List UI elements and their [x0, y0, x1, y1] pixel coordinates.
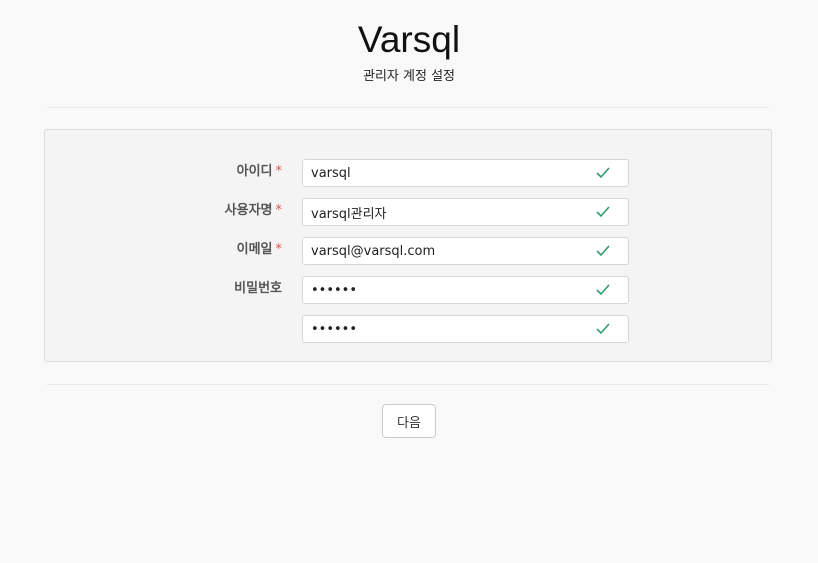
username-input[interactable] — [311, 199, 581, 225]
form-row-id: 아이디 * — [45, 159, 773, 187]
required-mark: * — [275, 203, 283, 218]
setup-page: Varsql 관리자 계정 설정 아이디* 사용자명* 이메일* — [0, 0, 818, 563]
id-input[interactable] — [311, 160, 581, 186]
password-confirm-input[interactable] — [311, 316, 581, 342]
email-label: 이메일 * — [236, 242, 283, 257]
form-row-username: 사용자명 * — [45, 198, 773, 226]
id-label: 아이디 * — [236, 164, 283, 179]
username-label: 사용자명 * — [224, 203, 283, 218]
required-mark: * — [275, 242, 283, 257]
check-icon — [596, 167, 610, 179]
bottom-divider — [47, 384, 769, 385]
top-divider — [47, 107, 769, 108]
check-icon — [596, 323, 610, 335]
check-icon — [596, 284, 610, 296]
page-subtitle: 관리자 계정 설정 — [363, 69, 455, 84]
form-row-password-confirm — [45, 315, 773, 343]
password-label: 비밀번호 — [234, 281, 282, 296]
page-title: Varsql — [357, 19, 461, 60]
form-row-email: 이메일 * — [45, 237, 773, 265]
check-icon — [596, 206, 610, 218]
admin-account-form: 아이디* 사용자명* 이메일* 비밀번호 — [44, 129, 772, 362]
password-input[interactable] — [311, 277, 581, 303]
email-field-box[interactable] — [302, 237, 629, 265]
check-icon — [596, 245, 610, 257]
required-mark: * — [275, 164, 283, 179]
next-button[interactable]: 다음 — [382, 404, 436, 438]
id-field-box[interactable] — [302, 159, 629, 187]
username-field-box[interactable] — [302, 198, 629, 226]
email-input[interactable] — [311, 238, 581, 264]
password-field-box[interactable] — [302, 276, 629, 304]
password-confirm-field-box[interactable] — [302, 315, 629, 343]
form-row-password: 비밀번호 — [45, 276, 773, 304]
